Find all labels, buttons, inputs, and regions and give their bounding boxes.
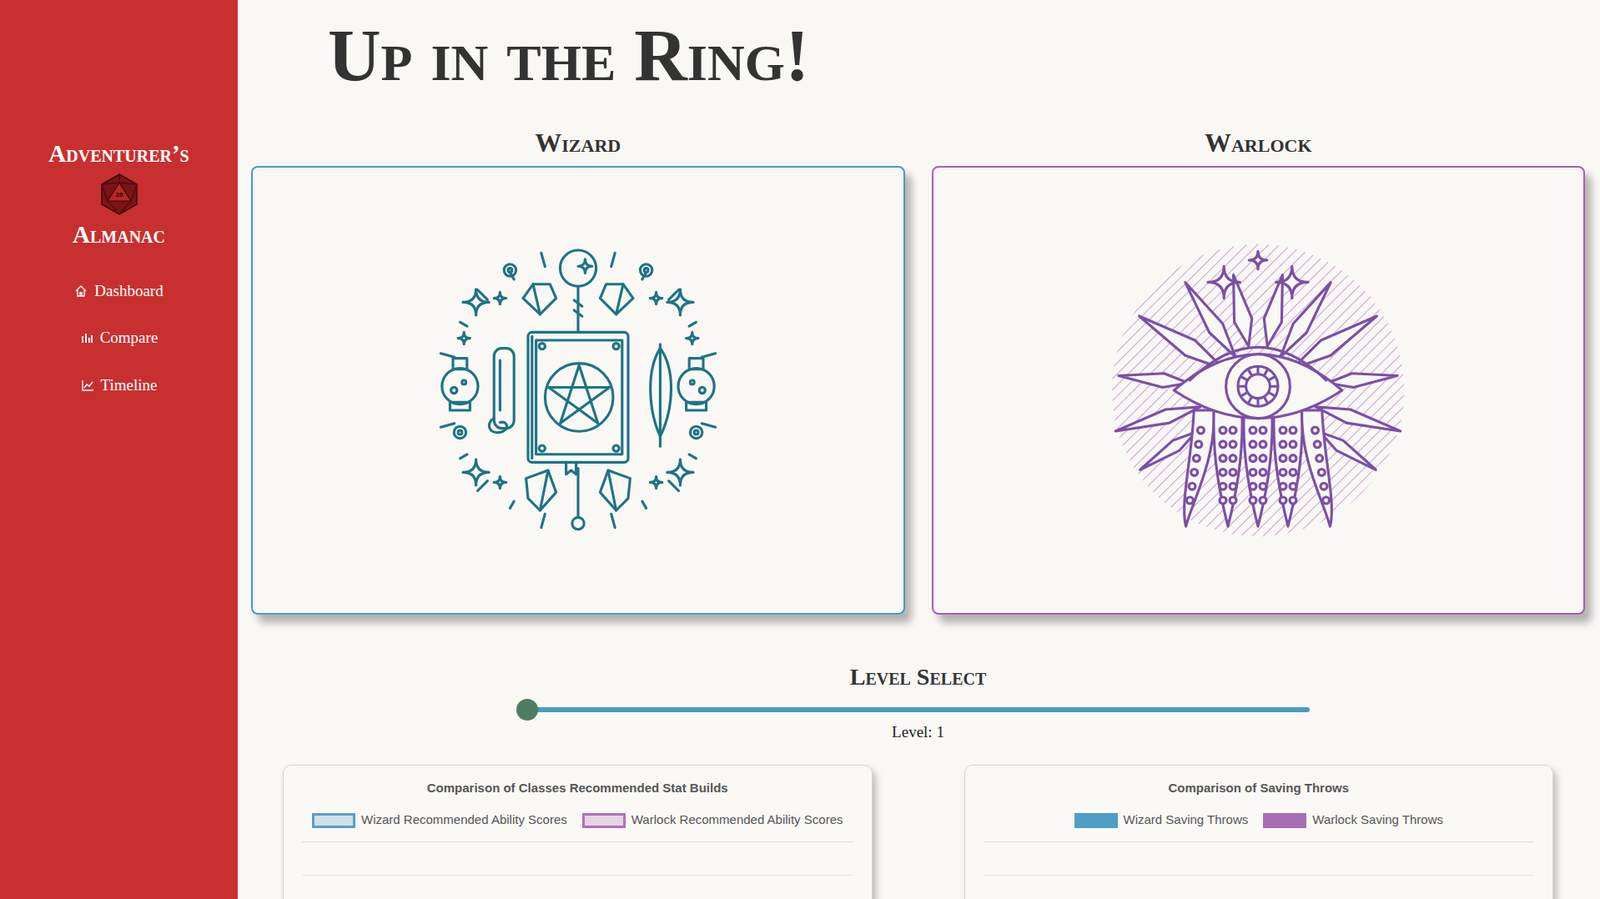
die-label: 20 [115,191,123,199]
warlock-emblem-icon [1107,240,1409,541]
class-panel: Wizard [251,128,906,615]
bar-chart-icon [80,331,94,345]
home-icon [74,284,88,298]
chart-legend: Wizard Saving Throws Warlock Saving Throw… [983,810,1535,831]
legend-label: Warlock Recommended Ability Scores [631,810,844,831]
page-title: Up in the Ring! [327,11,1585,101]
line-chart-icon [80,378,95,393]
level-slider[interactable] [527,707,1310,713]
legend-item[interactable]: Wizard Recommended Ability Scores [311,810,568,831]
wizard-emblem-icon [427,240,729,541]
chart-legend: Wizard Recommended Ability Scores Warlock… [301,810,854,831]
main-content: Up in the Ring! Wizard Warlock Level Select… [237,0,1600,899]
class-name: Warlock [931,128,1586,158]
sidebar-item-label: Compare [100,326,159,351]
legend-label: Warlock Saving Throws [1312,810,1444,831]
brand-title: Adventurer’s [0,140,238,168]
legend-item[interactable]: Warlock Recommended Ability Scores [582,810,844,831]
chart-title: Comparison of Saving Throws [983,779,1535,799]
sidebar-item[interactable]: Timeline [0,362,238,410]
class-panel: Warlock [931,128,1586,615]
chart-plot [983,841,1535,899]
chart-plot [301,841,854,899]
chart-title: Comparison of Classes Recommended Stat B… [301,779,854,799]
sidebar-item-label: Dashboard [94,279,163,304]
level-thumb[interactable] [516,699,539,721]
legend-swatch [1262,813,1307,829]
sidebar-nav: Dashboard Compare Timeline [0,267,238,410]
sidebar-item[interactable]: Dashboard [0,267,238,316]
sidebar-item-label: Timeline [100,373,158,398]
legend-swatch [1074,813,1118,829]
d20-icon: 20 [97,172,141,217]
legend-swatch [311,813,356,829]
level-reading: Level: 1 [251,720,1585,745]
legend-item[interactable]: Wizard Saving Throws [1074,810,1249,831]
class-card [931,166,1586,615]
sidebar: Adventurer’s 20 Almanac Dashboard Compare Tim… [0,0,238,899]
class-card [251,166,906,615]
class-compare: Wizard Warlock [251,128,1585,615]
legend-label: Wizard Recommended Ability Scores [361,810,568,831]
legend-label: Wizard Saving Throws [1123,810,1249,831]
brand-subtitle: Almanac [0,221,238,249]
legend-swatch [582,813,626,829]
legend-item[interactable]: Warlock Saving Throws [1262,810,1444,831]
chart-grid: Comparison of Classes Recommended Stat B… [251,764,1585,899]
chart-card: Comparison of Classes Recommended Stat B… [282,764,873,899]
chart-card: Comparison of Saving Throws Wizard Saving… [964,764,1555,899]
class-name: Wizard [251,128,906,158]
level-select-title: Level Select [251,663,1585,692]
sidebar-item[interactable]: Compare [0,314,238,363]
